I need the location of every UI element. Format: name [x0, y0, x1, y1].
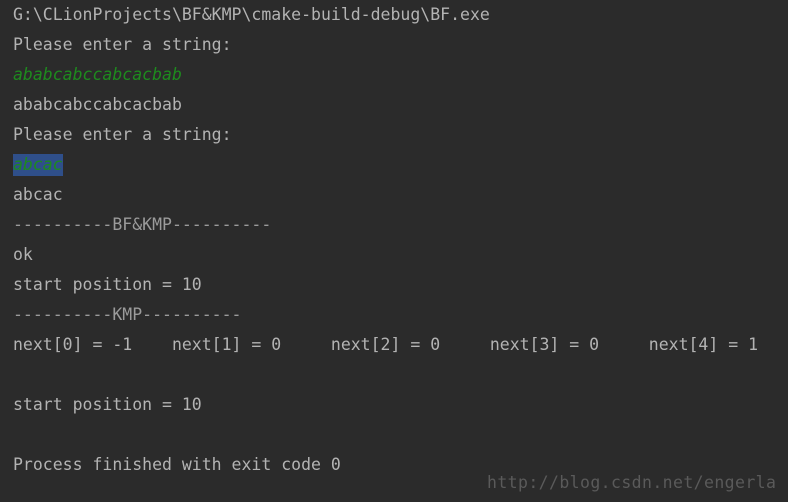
console-line-status-ok: ok	[13, 245, 33, 264]
console-line-bf-start-position: start position = 10	[13, 275, 202, 294]
console-line-blank-2	[13, 420, 788, 450]
console-line-kmp-start-position: start position = 10	[13, 395, 202, 414]
console-line-list: G:\CLionProjects\BF&KMP\cmake-build-debu…	[13, 0, 788, 502]
console-line-next-array: next[0] = -1 next[1] = 0 next[2] = 0 nex…	[13, 335, 759, 354]
console-line-out-main-string: ababcabccabcacbab	[13, 95, 182, 114]
console-line-out-pattern: abcac	[13, 185, 63, 204]
console-line-prompt-main-string: Please enter a string:	[13, 35, 232, 54]
selected-text-highlight[interactable]: abcac	[13, 154, 63, 176]
console-line-separator-kmp: ----------KMP----------	[13, 305, 242, 324]
console-line-echo-pattern: abcac	[13, 150, 788, 180]
console-line-separator-bf-kmp: ----------BF&KMP----------	[13, 215, 272, 234]
console-line-command-path: G:\CLionProjects\BF&KMP\cmake-build-debu…	[13, 5, 490, 24]
console-output-panel[interactable]: G:\CLionProjects\BF&KMP\cmake-build-debu…	[0, 0, 788, 502]
console-line-prompt-pattern: Please enter a string:	[13, 125, 232, 144]
console-line-blank-1	[13, 360, 788, 390]
console-line-echo-main-string: ababcabccabcacbab	[13, 65, 182, 84]
watermark-url: http://blog.csdn.net/engerla	[487, 473, 777, 492]
